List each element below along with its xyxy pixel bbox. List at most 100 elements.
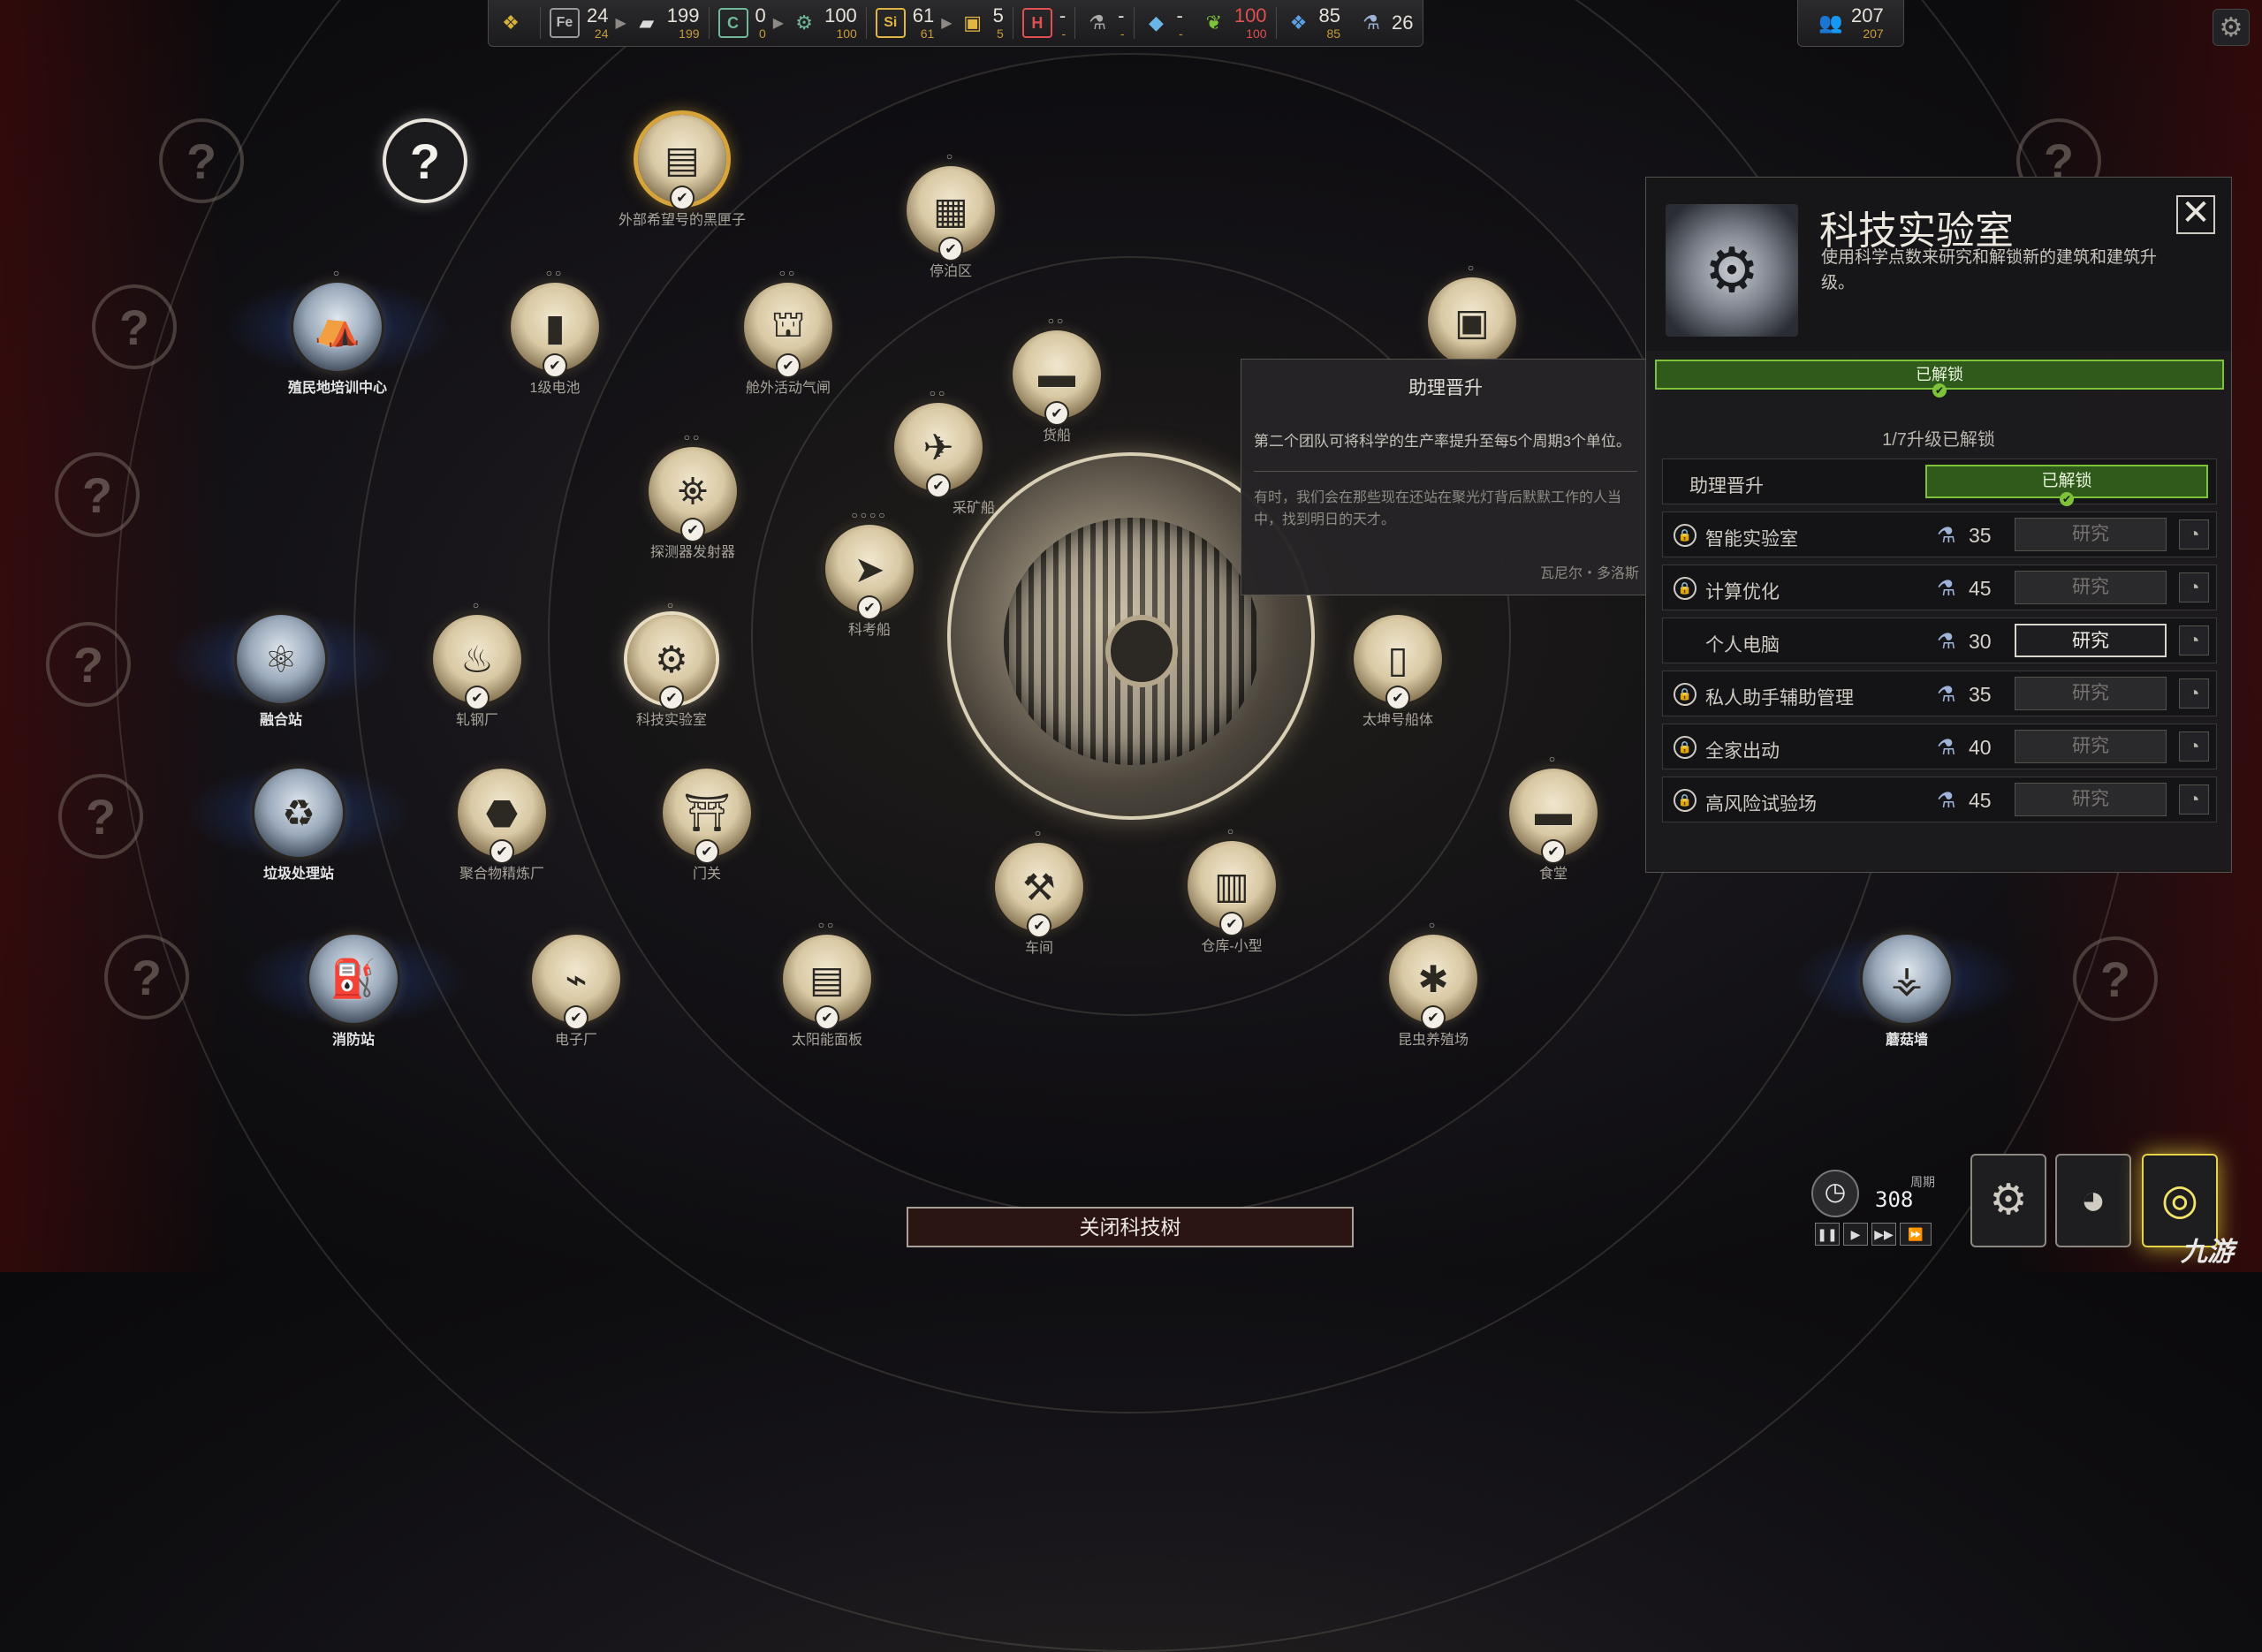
check-icon: ✔ <box>859 597 880 618</box>
timer-icon: ◔ <box>2188 682 2200 704</box>
timer-button[interactable]: ◔ <box>2179 731 2209 762</box>
research-button[interactable]: 研究 <box>2015 624 2167 657</box>
training-icon: ⛺ <box>314 305 361 347</box>
ship-hub <box>1105 615 1178 687</box>
node-icon: ⛽ <box>309 935 398 1023</box>
resource-silicon: Si 61 61 <box>867 0 943 46</box>
question-icon: ? <box>159 118 244 203</box>
hull-icon: ▯ <box>1387 638 1408 680</box>
probe-icon: ⛯ <box>678 469 708 512</box>
build-menu-button[interactable]: ⚙ <box>1970 1154 2046 1247</box>
timer-button[interactable]: ◔ <box>2179 519 2209 549</box>
upgrade-row: 助理晋升 已解锁 ✔ <box>1662 458 2217 506</box>
check-icon: ✔ <box>696 841 717 862</box>
research-button[interactable]: 研究 <box>2015 518 2167 551</box>
close-button[interactable]: ✕ <box>2176 195 2215 234</box>
cycle-label: 周期 <box>1910 1175 1935 1189</box>
research-button[interactable]: 研究 <box>2015 730 2167 763</box>
module-icon: ▣ <box>1454 300 1490 343</box>
upgrade-row: 🔒 全家出动 ⚗ 40 研究 ◔ <box>1662 724 2217 769</box>
research-target-icon: ◎ <box>2161 1177 2198 1224</box>
carbon-icon: C <box>717 8 748 38</box>
question-icon: ? <box>58 774 143 859</box>
lock-icon: 🔒 <box>1674 736 1696 759</box>
airlock-icon: ⛫ <box>770 303 806 345</box>
settings-button[interactable]: ⚙ <box>2213 9 2250 46</box>
pause-button[interactable]: ❚❚ <box>1815 1223 1840 1246</box>
resource-population: 👥 207 207 <box>1818 4 1884 41</box>
close-tech-tree-button[interactable]: 关闭科技树 <box>907 1207 1354 1247</box>
resource-chemical: ⚗ - - <box>1075 0 1133 46</box>
resource-menu[interactable]: ❖ <box>489 0 540 46</box>
cog-shield-icon: ⚙ <box>1989 1177 2028 1224</box>
science-icon: ⚗ <box>1363 11 1380 34</box>
upgrade-row: 个人电脑 ⚗ 30 研究 ◔ <box>1662 618 2217 663</box>
crew-menu-button[interactable]: ◕ <box>2055 1154 2131 1247</box>
watermark-logo: 九游 <box>2181 1238 2234 1267</box>
upgrade-row: 🔒 私人助手辅助管理 ⚗ 35 研究 ◔ <box>1662 671 2217 716</box>
research-button[interactable]: 研究 <box>2015 677 2167 710</box>
node-icon: ⛺ <box>293 283 382 371</box>
check-icon: ✔ <box>928 475 949 496</box>
gear-icon: ⚙ <box>2219 12 2243 42</box>
chemical-icon: ⚗ <box>1089 11 1107 34</box>
upgrade-progress: 1/7升级已解锁 <box>1882 430 1995 450</box>
check-icon: ✔ <box>2060 492 2074 506</box>
mining-ship-icon: ✈ <box>922 426 954 468</box>
check-icon: ✔ <box>491 841 512 862</box>
cargo-ship-icon: ▬ <box>1038 353 1075 395</box>
resource-crystal: ◆ - - <box>1135 0 1192 46</box>
timer-button[interactable]: ◔ <box>2179 784 2209 815</box>
resource-bar: ❖ Fe 24 24 ▶ ▰ 199 199 C00 ▶ ⚙ 100 100 Si 61 61 … <box>488 0 1423 47</box>
building-detail-panel: ⚙ 科技实验室 使用科学点数来研究和解锁新的建筑和建筑升级。 ✕ 已解锁 ✔ 1/… <box>1645 177 2232 873</box>
tech-lab-thumbnail: ⚙ <box>1666 204 1798 337</box>
flask-icon: ⚗ <box>1937 524 1956 548</box>
timer-button[interactable]: ◔ <box>2179 572 2209 602</box>
upgrade-row: 🔒 智能实验室 ⚗ 35 研究 ◔ <box>1662 512 2217 557</box>
fastest-button[interactable]: ⏩ <box>1900 1223 1932 1246</box>
polymer-icon: ⬣ <box>485 792 519 834</box>
check-icon: ✔ <box>1387 687 1408 709</box>
hydrogen-icon: H <box>1021 8 1052 38</box>
resource-food: ❦ 100 100 <box>1192 0 1276 46</box>
node-icon: ▣ <box>1428 277 1516 366</box>
research-button[interactable]: 研究 <box>2015 783 2167 816</box>
check-icon: ✔ <box>672 187 693 208</box>
fe-icon: Fe <box>550 8 580 38</box>
upgrade-tooltip: 助理晋升 第二个团队可将科学的生产率提升至每5个周期3个单位。 有时，我们会在那… <box>1241 359 1651 595</box>
timer-icon: ◔ <box>2188 576 2200 598</box>
cycle-clock: ◷ 周期 308 ❚❚ ▶ ▶▶ ⏩ <box>1806 1164 1947 1247</box>
question-icon: ? <box>2073 936 2158 1021</box>
fire-station-icon: ⛽ <box>330 957 377 999</box>
check-icon: ✔ <box>544 355 566 376</box>
lock-icon: 🔒 <box>1674 789 1696 812</box>
leaf-icon: ❦ <box>1205 11 1223 34</box>
play-button[interactable]: ▶ <box>1843 1223 1868 1246</box>
resource-fe: Fe 24 24 <box>541 0 617 46</box>
solar-icon: ▤ <box>809 958 845 1000</box>
unlocked-badge: 已解锁 ✔ <box>1925 465 2208 506</box>
question-icon: ? <box>55 452 140 537</box>
silicon-icon: Si <box>875 8 906 38</box>
fast-forward-button[interactable]: ▶▶ <box>1871 1223 1896 1246</box>
timer-button[interactable]: ◔ <box>2179 625 2209 655</box>
check-icon: ✔ <box>682 519 703 541</box>
check-icon: ✔ <box>566 1007 587 1028</box>
check-icon: ✔ <box>778 355 799 376</box>
cycle-value: 308 <box>1875 1187 1914 1212</box>
flask-icon: ⚗ <box>1937 630 1956 654</box>
mill-icon: ♨ <box>460 638 494 680</box>
divider <box>1254 471 1637 473</box>
mushroom-icon: ⚶ <box>1891 958 1923 1000</box>
close-icon: ✕ <box>2181 193 2211 232</box>
tooltip-quote: 有时，我们会在那些现在还站在聚光灯背后默默工作的人当中，找到明日的天才。 <box>1254 490 1622 528</box>
timer-icon: ◔ <box>2188 735 2200 757</box>
resource-gear: ⚙ 100 100 <box>782 0 866 46</box>
node-icon: ⚛ <box>237 615 325 703</box>
water-icon: ❖ <box>1289 11 1308 34</box>
research-button[interactable]: 研究 <box>2015 571 2167 604</box>
timer-button[interactable]: ◔ <box>2179 678 2209 709</box>
cube-menu-icon: ❖ <box>502 11 520 34</box>
science-ship-icon: ➤ <box>854 548 885 590</box>
timer-icon: ◔ <box>2188 629 2200 651</box>
